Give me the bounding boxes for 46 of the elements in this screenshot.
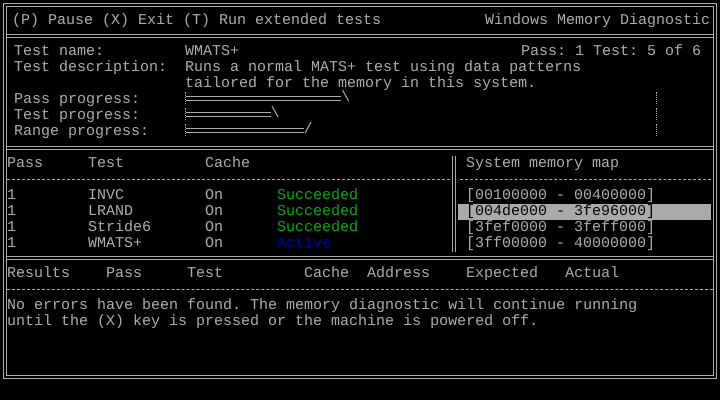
column-header: Pass [7,156,44,172]
spinner-glyph: \ [270,106,280,122]
column-header: Test [88,156,126,172]
column-header: Address [367,266,432,282]
table-cell-text: 1 [7,188,18,204]
column-header: Test [187,266,224,282]
column-header: Pass [106,266,144,282]
pass-test-counter: Pass: 1 Test: 5 of 6 [520,44,701,60]
panel-title: System memory map [465,156,620,172]
status-text: Succeeded [277,204,360,220]
table-cell-text: 1 [7,236,18,252]
table-cell-text: 1 [7,220,18,236]
test-name: WMATS+ [185,44,240,60]
field-label: Range progress: [14,124,150,140]
table-cell-text: 1 [7,204,18,220]
table-cell-text: WMATS+ [88,236,144,252]
table-cell-text: Stride6 [88,220,152,236]
field-label: Test progress: [14,108,142,124]
field-label: Test name: [14,44,106,60]
table-cell-text: On [205,220,224,236]
field-label: Test description: [14,60,168,76]
memory-range[interactable]: [00100000 - 00400000] [458,188,711,204]
table-cell-text: On [205,188,224,204]
table-cell-text: LRAND [88,204,134,220]
field-label: Pass progress: [14,92,142,108]
memory-range[interactable]: [3ff00000 - 40000000] [458,236,711,252]
memory-range[interactable]: [004de000 - 3fe96000] [458,204,711,220]
app-title: Windows Memory Diagnostic [484,13,710,29]
status-text: Active [277,236,332,252]
column-header: Actual [565,266,620,282]
status-text: Succeeded [277,188,360,204]
column-header: Cache [205,156,252,172]
table-cell-text: INVC [88,188,126,204]
status-text: Succeeded [277,220,360,236]
description-text: tailored for the memory in this system. [185,76,536,92]
table-cell-text: On [205,204,224,220]
column-header: Cache [304,266,350,282]
description-text: Runs a normal MATS+ test using data patterns [185,60,582,76]
column-header: Expected [466,266,540,282]
column-header: Results [7,266,72,282]
command-hints: (P) Pause (X) Exit (T) Run extended tests [12,13,382,29]
memory-range[interactable]: [3fef0000 - 3feff000] [458,220,711,236]
table-cell-text: On [205,236,224,252]
spinner-glyph: / [304,122,313,138]
spinner-glyph: \ [341,90,350,106]
results-message: No errors have been found. The memory diagnostic will continue running until the (X) key is pressed or the machine is powered off. [7,298,638,330]
